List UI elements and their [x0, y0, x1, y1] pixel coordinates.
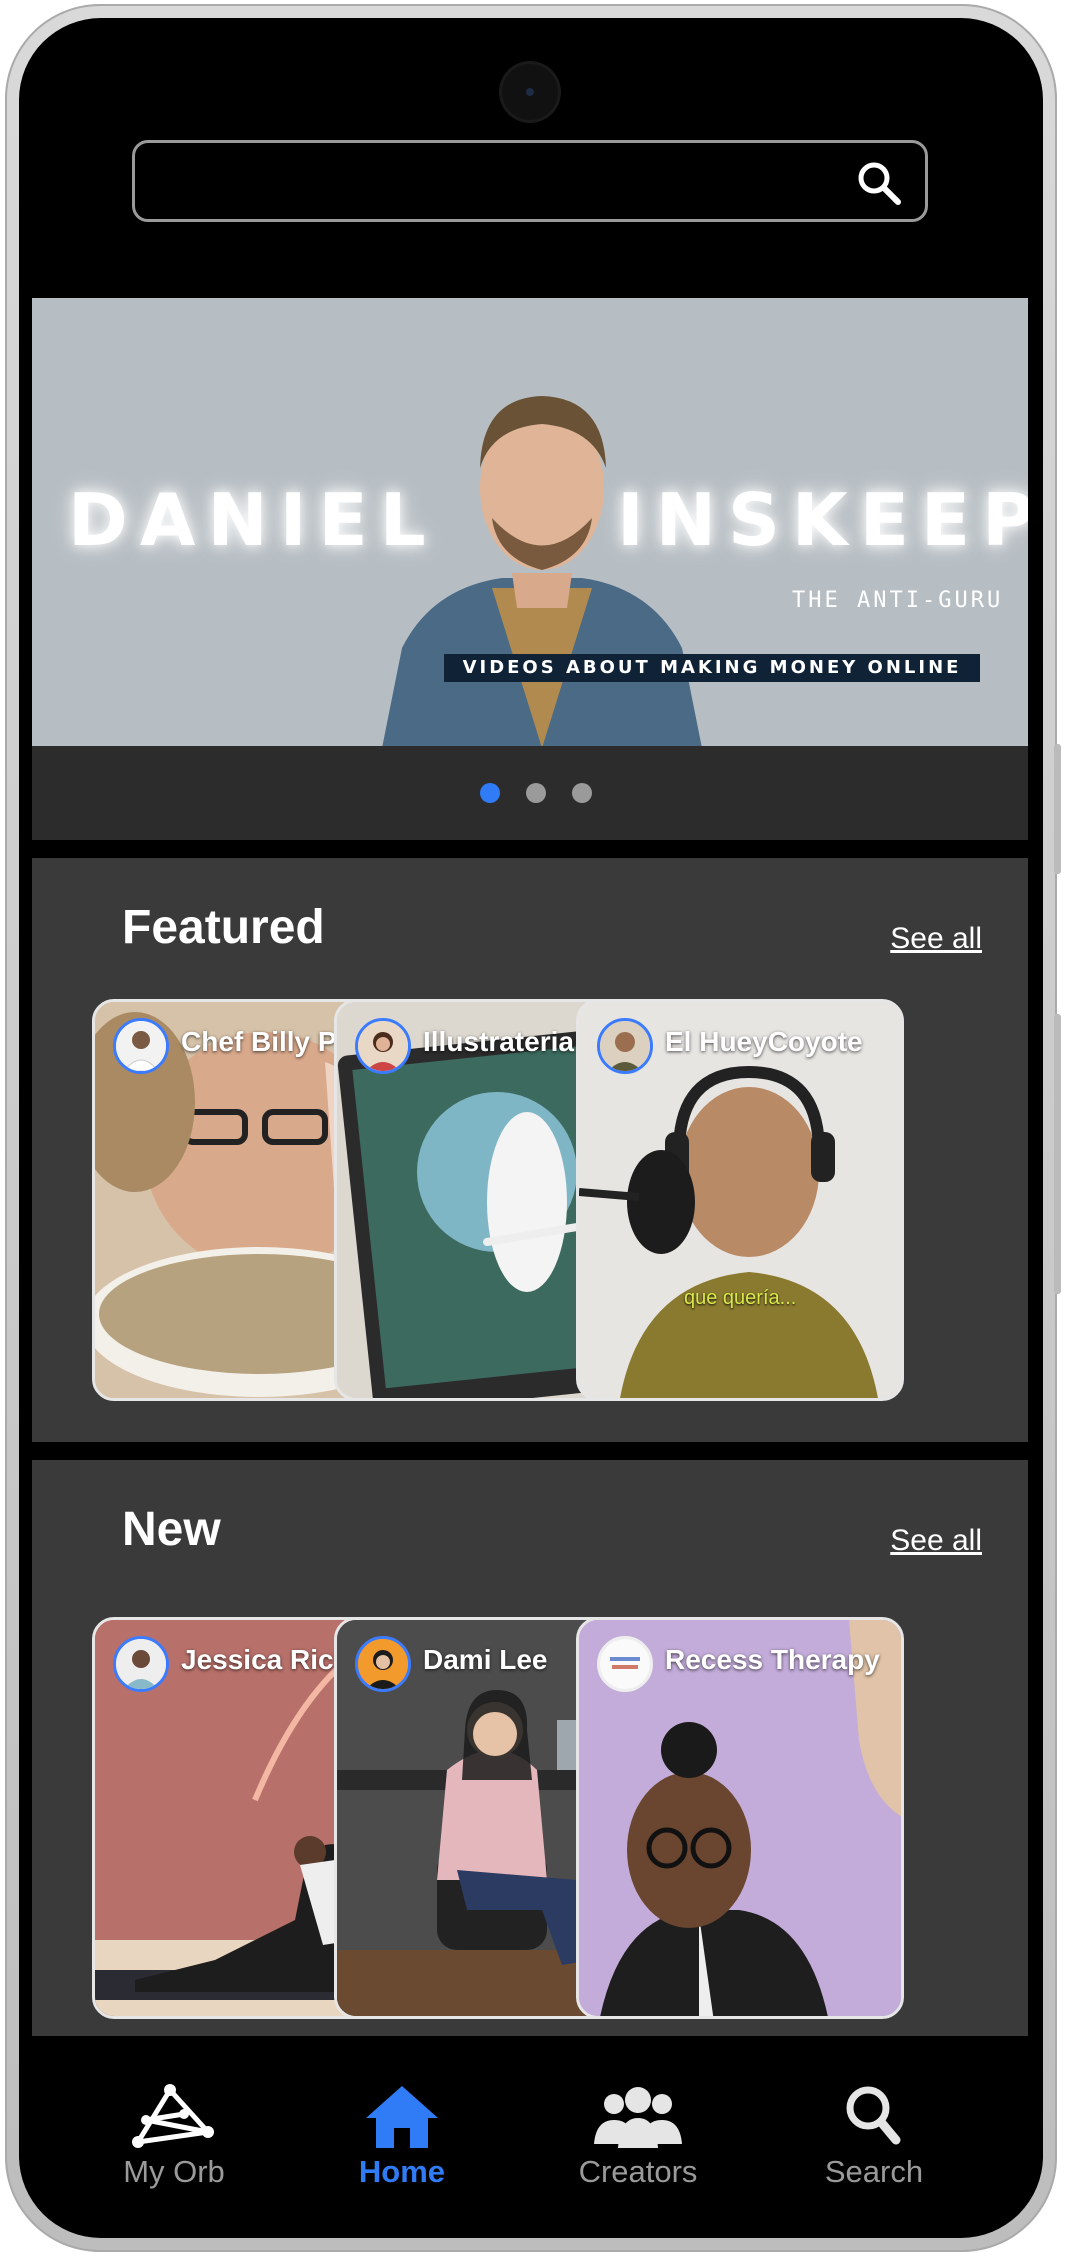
- avatar: [113, 1018, 169, 1074]
- carousel-indicator: [32, 746, 1028, 840]
- carousel-dot[interactable]: [526, 783, 546, 803]
- nav-item-creators[interactable]: Creators: [538, 2054, 738, 2212]
- creator-name: Recess Therapy: [665, 1644, 880, 1675]
- nav-label: Home: [358, 2154, 446, 2189]
- people-icon: [594, 2087, 682, 2148]
- orb-icon: [132, 2084, 214, 2148]
- bottom-nav: My Orb Home Creators Search: [32, 2054, 1028, 2212]
- video-caption: que quería...: [684, 1287, 797, 1309]
- creator-name: Illustrateria: [423, 1026, 574, 1057]
- featured-section: Featured See all Chef Billy Parisi Illus…: [32, 858, 1028, 1442]
- hero-banner[interactable]: DANIEL INSKEEP THE ANTI-GURU VIDEOS ABOU…: [32, 298, 1028, 746]
- search-input[interactable]: [155, 153, 839, 211]
- hero-title-last: INSKEEP: [617, 478, 1028, 562]
- nav-item-search[interactable]: Search: [774, 2054, 974, 2212]
- section-title: New: [122, 1503, 221, 1556]
- nav-item-my-orb[interactable]: My Orb: [74, 2054, 274, 2212]
- avatar: [113, 1636, 169, 1692]
- search-icon[interactable]: [855, 159, 903, 207]
- see-all-link[interactable]: See all: [890, 922, 982, 956]
- hero-title-first: DANIEL: [68, 478, 438, 562]
- nav-label: My Orb: [123, 2154, 225, 2189]
- creator-card[interactable]: El HueyCoyote que quería...: [576, 999, 904, 1401]
- hero-tagline: THE ANTI-GURU: [792, 588, 1004, 613]
- creator-name: Dami Lee: [423, 1644, 548, 1675]
- avatar: [355, 1636, 411, 1692]
- nav-label: Creators: [578, 2154, 698, 2189]
- nav-item-home[interactable]: Home: [302, 2054, 502, 2212]
- front-camera: [502, 64, 558, 120]
- search-bar[interactable]: [132, 140, 928, 222]
- nav-label: Search: [824, 2154, 924, 2189]
- carousel-dot[interactable]: [572, 783, 592, 803]
- side-button: [1054, 744, 1061, 874]
- home-icon: [366, 2086, 438, 2148]
- side-button: [1054, 1014, 1061, 1294]
- creator-card[interactable]: Recess Therapy: [576, 1617, 904, 2019]
- avatar: [597, 1018, 653, 1074]
- hero-description: VIDEOS ABOUT MAKING MONEY ONLINE: [444, 654, 980, 682]
- avatar: [597, 1636, 653, 1692]
- carousel-dot-active[interactable]: [480, 783, 500, 803]
- search-icon: [846, 2086, 901, 2145]
- section-title: Featured: [122, 901, 325, 954]
- creator-name: El HueyCoyote: [665, 1026, 863, 1057]
- see-all-link[interactable]: See all: [890, 1524, 982, 1558]
- new-section: New See all Jessica Richburg Dami Lee Re…: [32, 1460, 1028, 2036]
- avatar: [355, 1018, 411, 1074]
- app-screen: DANIEL INSKEEP THE ANTI-GURU VIDEOS ABOU…: [32, 42, 1028, 2212]
